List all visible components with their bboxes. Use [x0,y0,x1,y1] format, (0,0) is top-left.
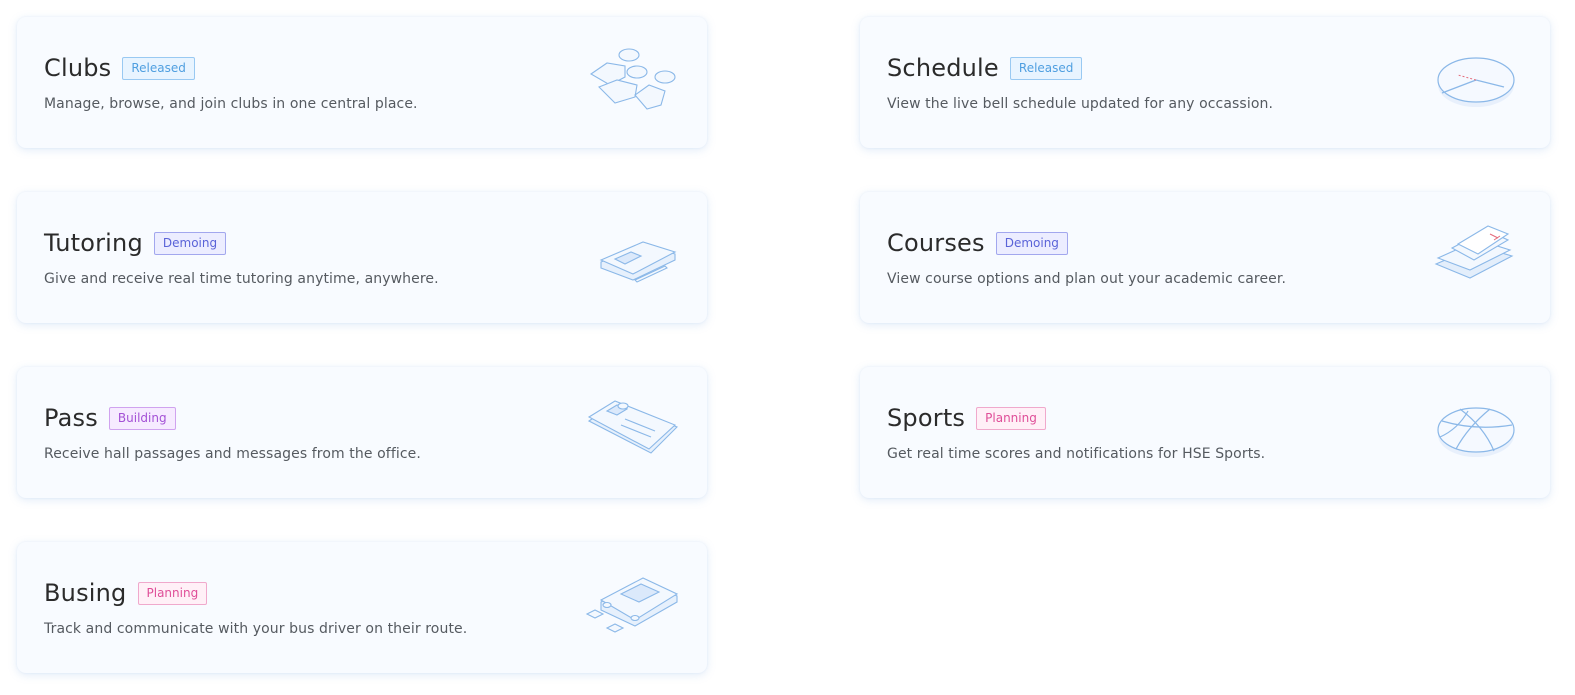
status-badge: Demoing [153,231,227,255]
tablet-pen-icon [585,222,681,288]
clock-icon [1428,47,1524,113]
card-description: Track and communicate with your bus driv… [44,621,468,637]
card-title-row: Clubs Released [44,53,195,83]
basketball-icon [1428,397,1524,463]
card-title-row: Schedule Released [887,53,1083,83]
card-title-row: Busing Planning [44,578,208,608]
card-title: Busing [44,579,127,607]
card-title: Clubs [44,54,112,82]
card-description: View course options and plan out your ac… [887,271,1287,287]
card-title: Pass [44,404,98,432]
card-title-row: Tutoring Demoing [44,228,227,258]
card-busing[interactable]: Busing Planning Track and communicate wi… [17,542,707,673]
card-title: Courses [887,229,985,257]
card-description: Receive hall passages and messages from … [44,446,421,462]
card-schedule[interactable]: Schedule Released View the live bell sch… [860,17,1550,148]
card-sports[interactable]: Sports Planning Get real time scores and… [860,367,1550,498]
card-title-row: Pass Building [44,403,176,433]
card-title: Tutoring [44,229,143,257]
card-description: Manage, browse, and join clubs in one ce… [44,96,418,112]
status-badge: Planning [976,406,1046,430]
card-title: Sports [887,404,966,432]
card-description: View the live bell schedule updated for … [887,96,1274,112]
chat-bubbles-icon [585,47,681,113]
card-courses[interactable]: Courses Demoing View course options and … [860,192,1550,323]
status-badge: Released [122,56,195,80]
id-card-icon [585,397,681,463]
card-title-row: Courses Demoing [887,228,1068,258]
status-badge: Planning [137,581,208,605]
status-badge: Demoing [995,231,1068,255]
card-title-row: Sports Planning [887,403,1046,433]
status-badge: Released [1009,56,1083,80]
apps-grid: Clubs Released Manage, browse, and join … [0,0,1575,695]
card-description: Give and receive real time tutoring anyt… [44,271,439,287]
card-title: Schedule [887,54,999,82]
bus-icon [585,572,681,638]
card-pass[interactable]: Pass Building Receive hall passages and … [17,367,707,498]
stacked-papers-icon [1428,222,1524,288]
card-tutoring[interactable]: Tutoring Demoing Give and receive real t… [17,192,707,323]
card-description: Get real time scores and notifications f… [887,446,1266,462]
status-badge: Building [108,406,176,430]
card-clubs[interactable]: Clubs Released Manage, browse, and join … [17,17,707,148]
